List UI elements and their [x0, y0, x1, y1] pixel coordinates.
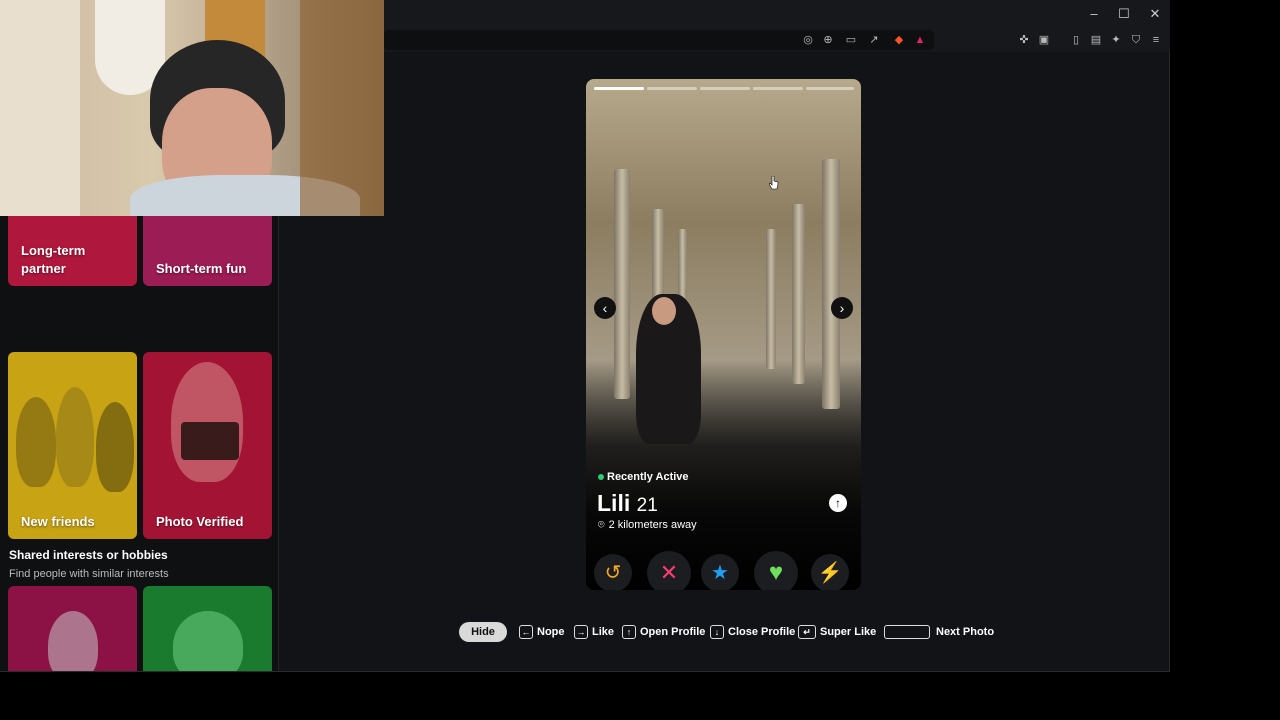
tile-label: Photo Verified — [156, 514, 244, 529]
super-like-button[interactable]: ★ — [701, 554, 739, 590]
photo-progress — [647, 87, 697, 90]
tile-illustration — [48, 611, 98, 671]
arrow-right-key-icon: → — [574, 625, 588, 639]
next-photo-button[interactable]: › — [831, 297, 853, 319]
extensions-icon[interactable]: ✜ — [1016, 32, 1032, 48]
profile-name: Lili — [597, 490, 631, 516]
location-icon[interactable]: ◎ — [800, 32, 816, 48]
photo-progress — [753, 87, 803, 90]
photo-progress-active — [594, 87, 644, 90]
section-title: Shared interests or hobbies — [9, 548, 168, 562]
location-pin-icon: ⌾ — [598, 519, 605, 531]
cast-icon[interactable]: ▭ — [843, 32, 859, 48]
close-icon: ✕ — [659, 560, 679, 585]
shortcut-close-profile: ↓ Close Profile — [710, 625, 795, 639]
rewind-button[interactable]: ↺ — [594, 554, 632, 590]
shortcut-label: Nope — [537, 625, 565, 638]
brave-shield-icon[interactable]: ◆ — [891, 32, 907, 48]
photo-column — [792, 204, 805, 384]
nope-button[interactable]: ✕ — [647, 551, 691, 590]
bolt-icon: ⚡ — [817, 562, 843, 584]
webcam-background — [300, 0, 384, 216]
boost-button[interactable]: ⚡ — [811, 554, 849, 590]
zoom-icon[interactable]: ⊕ — [820, 32, 836, 48]
close-window-button[interactable]: ✕ — [1140, 4, 1170, 24]
tile-illustration — [16, 397, 56, 487]
arrow-down-key-icon: ↓ — [710, 625, 724, 639]
tile-interest-1[interactable] — [8, 586, 137, 671]
tile-label: Long-term partner — [21, 243, 86, 276]
sidebar-icon[interactable]: ▯ — [1068, 32, 1084, 48]
shortcut-next-photo: Next Photo — [884, 625, 994, 639]
webcam-overlay — [0, 0, 384, 216]
prev-photo-button[interactable]: ‹ — [594, 297, 616, 319]
profile-name-line: Lili 21 — [597, 490, 658, 517]
rewards-icon[interactable]: ▲ — [912, 32, 928, 48]
tile-illustration — [56, 387, 94, 487]
star-icon: ★ — [711, 562, 729, 584]
open-profile-icon[interactable]: ↑ — [829, 494, 847, 512]
tile-label: New friends — [21, 514, 95, 529]
tile-label: Short-term fun — [156, 261, 247, 276]
tile-illustration — [96, 402, 134, 492]
recently-active-status: Recently Active — [598, 471, 689, 483]
photo-column — [766, 229, 776, 369]
shortcut-super-like: ↵ Super Like — [798, 625, 876, 639]
photo-progress — [700, 87, 750, 90]
share-icon[interactable]: ↗ — [866, 32, 882, 48]
tile-interest-2[interactable] — [143, 586, 272, 671]
profile-distance-line: ⌾ 2 kilometers away — [598, 519, 697, 532]
profile-card[interactable]: ‹ › Recently Active Lili 21 ⌾ 2 kilometer… — [586, 79, 861, 590]
status-text: Recently Active — [607, 471, 689, 483]
arrow-up-key-icon: ↑ — [622, 625, 636, 639]
leo-icon[interactable]: ✦ — [1108, 32, 1124, 48]
screenshot-icon[interactable]: ▣ — [1036, 32, 1052, 48]
active-dot-icon — [598, 474, 604, 481]
mouse-cursor-icon — [769, 176, 779, 190]
shortcut-label: Open Profile — [640, 625, 706, 638]
like-button[interactable]: ♥ — [754, 551, 798, 590]
shortcut-open-profile: ↑ Open Profile — [622, 625, 705, 639]
space-key-icon — [884, 625, 930, 639]
heart-icon: ♥ — [768, 559, 784, 586]
enter-key-icon: ↵ — [798, 625, 816, 639]
profile-distance: 2 kilometers away — [608, 519, 697, 531]
menu-icon[interactable]: ≡ — [1148, 32, 1164, 48]
person-face — [652, 297, 676, 325]
tile-photo-verified[interactable]: Photo Verified — [143, 352, 272, 539]
shortcut-label: Close Profile — [728, 625, 796, 638]
shortcut-nope: ← Nope — [519, 625, 565, 639]
shortcut-like: → Like — [574, 625, 614, 639]
webcam-wall — [0, 0, 80, 216]
shortcut-label: Super Like — [820, 625, 877, 638]
profile-age: 21 — [636, 495, 658, 516]
arrow-left-key-icon: ← — [519, 625, 533, 639]
camera-icon — [181, 422, 239, 460]
shortcut-label: Next Photo — [936, 625, 995, 638]
rewind-icon: ↺ — [604, 562, 622, 584]
maximize-button[interactable]: ☐ — [1109, 4, 1139, 24]
photo-column — [822, 159, 840, 409]
photo-column — [614, 169, 630, 399]
vpn-icon[interactable]: ⛉ — [1128, 32, 1144, 48]
photo-progress — [806, 87, 854, 90]
section-subtitle: Find people with similar interests — [9, 568, 169, 580]
tile-illustration — [173, 611, 243, 671]
shortcut-label: Like — [592, 625, 615, 638]
tile-new-friends[interactable]: New friends — [8, 352, 137, 539]
wallet-icon[interactable]: ▤ — [1088, 32, 1104, 48]
minimize-button[interactable]: – — [1079, 4, 1109, 24]
hide-shortcuts-button[interactable]: Hide — [459, 622, 507, 642]
